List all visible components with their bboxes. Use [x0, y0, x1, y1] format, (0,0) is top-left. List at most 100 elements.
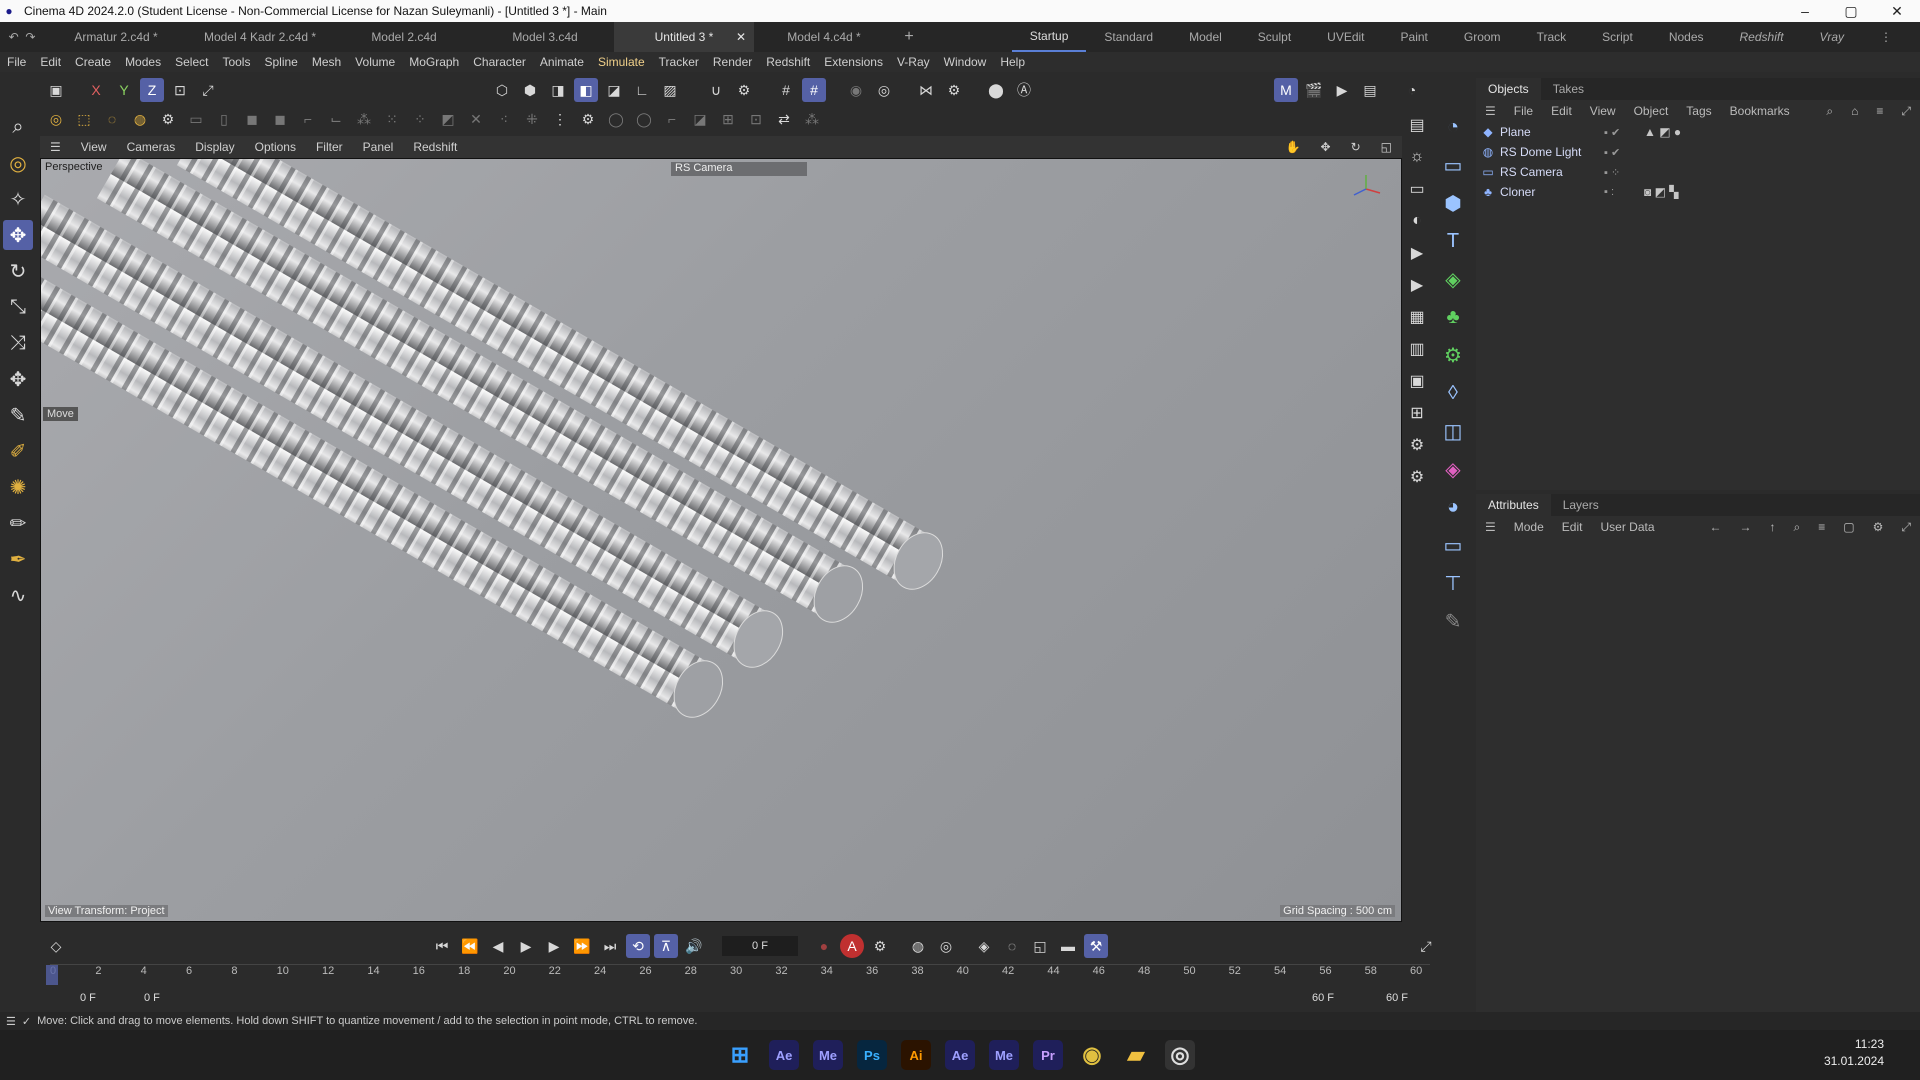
forward-arrow-icon[interactable]: → — [1731, 520, 1761, 534]
camera-tool-icon[interactable]: ▭ — [1404, 176, 1430, 202]
maximize-button[interactable]: ▢ — [1828, 3, 1874, 20]
y-axis-lock-icon[interactable]: Y — [112, 78, 136, 102]
symmetry-settings-icon[interactable]: ⚙ — [942, 78, 966, 102]
scale-tool-icon[interactable]: ⤡ — [3, 292, 33, 322]
vp-menu-view[interactable]: View — [71, 140, 117, 154]
effector-icon[interactable]: ⚙ — [1437, 340, 1469, 370]
auto-key-icon[interactable]: A — [840, 934, 864, 958]
dolly-icon[interactable]: ✥ — [1311, 140, 1341, 154]
layout-vray[interactable]: Vray — [1802, 22, 1862, 52]
undo-icon[interactable]: ↶ — [9, 30, 19, 44]
extrude-edge-icon[interactable]: ◪ — [688, 107, 712, 131]
timeline-settings-icon[interactable]: ⚒ — [1084, 934, 1108, 958]
edges-mode-icon[interactable]: ⬢ — [518, 78, 542, 102]
chrome-icon[interactable]: ◉ — [1077, 1040, 1107, 1070]
menu-window[interactable]: Window — [937, 55, 994, 69]
layout-sculpt[interactable]: Sculpt — [1240, 22, 1309, 52]
hamburger-icon[interactable]: ☰ — [40, 140, 71, 154]
align-normals-icon[interactable]: ⊡ — [744, 107, 768, 131]
taskbar-app-ps[interactable]: Ps — [857, 1040, 887, 1070]
render-queue-icon[interactable]: ▶ — [1404, 272, 1430, 298]
object-mode-icon[interactable]: ◧ — [574, 78, 598, 102]
team-render-icon[interactable]: ▥ — [1404, 336, 1430, 362]
render-to-picture-viewer-icon[interactable]: ▤ — [1358, 78, 1382, 102]
menu-create[interactable]: Create — [68, 55, 118, 69]
x-axis-lock-icon[interactable]: X — [84, 78, 108, 102]
layout-startup[interactable]: Startup — [1011, 22, 1087, 52]
visibility-flags[interactable]: ▪ ✔ — [1604, 126, 1644, 139]
layout-model[interactable]: Model — [1171, 22, 1240, 52]
orbit-icon[interactable]: ↻ — [1341, 140, 1371, 154]
sky-icon[interactable]: ◐ — [1404, 208, 1430, 234]
visibility-flags[interactable]: ▪ ⁘ — [1604, 166, 1644, 179]
menu-redshift[interactable]: Redshift — [759, 55, 817, 69]
text-object-icon[interactable]: T — [1437, 226, 1469, 256]
menu-mesh[interactable]: Mesh — [305, 55, 348, 69]
motion-clip-icon[interactable]: ▬ — [1056, 934, 1080, 958]
light-icon[interactable]: ☼ — [1404, 144, 1430, 170]
play-icon[interactable]: ▶ — [514, 934, 538, 958]
3d-viewport[interactable]: Perspective RS Camera Move View Transfor… — [40, 158, 1402, 922]
hamburger-icon[interactable]: ☰ — [0, 1015, 22, 1028]
new-window-icon[interactable]: ⤢ — [1892, 520, 1920, 535]
om-menu-file[interactable]: File — [1505, 104, 1542, 118]
om-menu-tags[interactable]: Tags — [1677, 104, 1720, 118]
layout-redshift[interactable]: Redshift — [1722, 22, 1802, 52]
knife-icon[interactable]: ⌐ — [296, 107, 320, 131]
doc-tab-5[interactable]: Model 4.c4d * — [754, 22, 894, 52]
menu-render[interactable]: Render — [706, 55, 759, 69]
system-clock[interactable]: 11:23 31.01.2024 — [1824, 1036, 1884, 1070]
taskbar-app-ai[interactable]: Ai — [901, 1040, 931, 1070]
preferences-icon[interactable]: ⚙ — [1404, 464, 1430, 490]
menu-modes[interactable]: Modes — [118, 55, 168, 69]
back-arrow-icon[interactable]: ← — [1701, 520, 1731, 534]
taskbar-app-me-2[interactable]: Me — [989, 1040, 1019, 1070]
render-settings-icon[interactable]: ▤ — [1404, 112, 1430, 138]
snap-settings-icon[interactable]: ⚙ — [732, 78, 756, 102]
axis-tool-icon[interactable]: ✧ — [3, 184, 33, 214]
vp-menu-panel[interactable]: Panel — [353, 140, 404, 154]
sound-icon[interactable]: 🔊 — [682, 934, 706, 958]
menu-vray[interactable]: V-Ray — [890, 55, 937, 69]
object-row-camera[interactable]: ▭ RS Camera ▪ ⁘ — [1476, 162, 1920, 182]
search-icon[interactable]: ⌕ — [3, 112, 33, 142]
menu-help[interactable]: Help — [993, 55, 1032, 69]
scene-settings-icon[interactable]: ⚙ — [1404, 432, 1430, 458]
transfer-icon[interactable]: ⇄ — [772, 107, 796, 131]
vp-menu-redshift[interactable]: Redshift — [403, 140, 467, 154]
render-active-view-icon[interactable]: ▶ — [1330, 78, 1354, 102]
subdivide-icon[interactable]: ⁙ — [380, 107, 404, 131]
search-icon[interactable]: ⌕ — [1785, 520, 1810, 535]
key-settings-icon[interactable]: ⚙ — [868, 934, 892, 958]
frame-ruler[interactable]: 0246810121416182022242628303234363840424… — [46, 964, 1430, 986]
new-window-icon[interactable]: ⤢ — [1892, 104, 1920, 119]
spline-smooth-icon[interactable]: ✺ — [3, 472, 33, 502]
preview-range-icon[interactable]: ⊼ — [654, 934, 678, 958]
clapboard-icon[interactable]: 🎬 — [1302, 78, 1326, 102]
om-menu-view[interactable]: View — [1581, 104, 1625, 118]
move-tool-icon[interactable]: ✥ — [3, 220, 33, 250]
menu-character[interactable]: Character — [466, 55, 533, 69]
lasso-selection-icon[interactable]: ◌ — [100, 107, 124, 131]
doc-tab-2[interactable]: Model 2.c4d — [332, 22, 476, 52]
rotate-tool-icon[interactable]: ↻ — [3, 256, 33, 286]
weld-icon[interactable]: ⁂ — [352, 107, 376, 131]
tab-objects[interactable]: Objects — [1476, 78, 1541, 100]
redshift-ipr-icon[interactable]: ◔ — [1400, 78, 1424, 102]
z-axis-lock-icon[interactable]: Z — [140, 78, 164, 102]
deformer-icon[interactable]: ◊ — [1437, 378, 1469, 408]
symmetry-icon[interactable]: ⋈ — [914, 78, 938, 102]
brush-icon[interactable]: ✏ — [3, 508, 33, 538]
file-explorer-icon[interactable]: ▰ — [1121, 1040, 1151, 1070]
generator-icon[interactable]: ◈ — [1437, 264, 1469, 294]
search-icon[interactable]: ⌕ — [1817, 104, 1842, 119]
playhead[interactable] — [46, 965, 58, 985]
layout-standard[interactable]: Standard — [1086, 22, 1171, 52]
settings-icon[interactable]: ⚙ — [1864, 520, 1893, 534]
field-icon[interactable]: ◫ — [1437, 416, 1469, 446]
solo-icon[interactable]: ◉ — [844, 78, 868, 102]
extrude-icon[interactable]: ▭ — [184, 107, 208, 131]
paint-icon[interactable]: ✒ — [3, 544, 33, 574]
end-frame-field[interactable]: 60 F — [1312, 992, 1334, 1004]
cinema4d-icon[interactable]: ◎ — [1165, 1040, 1195, 1070]
